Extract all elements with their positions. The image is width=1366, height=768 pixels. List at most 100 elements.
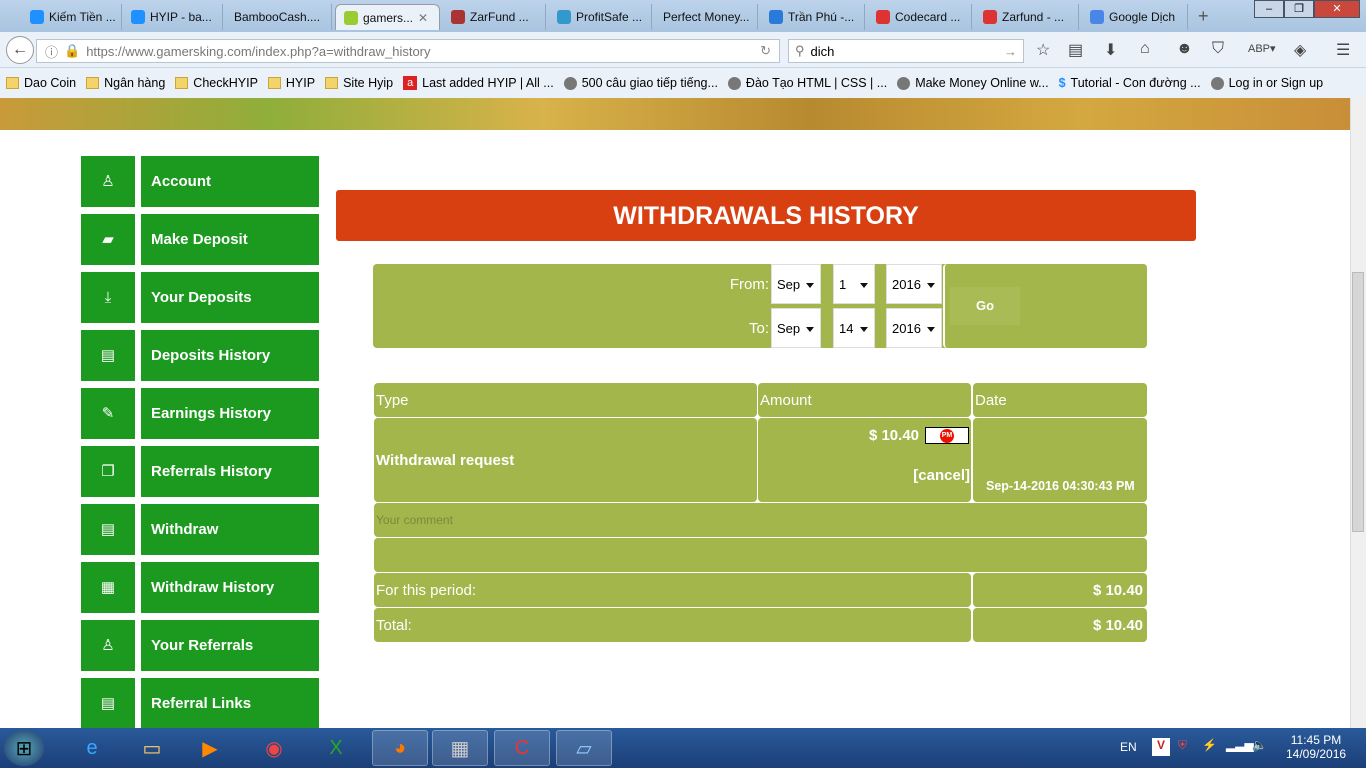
scrollbar-thumb[interactable] [1352,272,1364,532]
bookmark-item[interactable]: $ Tutorial - Con đường ... [1059,76,1201,90]
sidebar-item-deposits-history[interactable]: ▤ Deposits History [81,330,319,381]
to-day-select[interactable]: 14 [833,308,875,348]
sidebar-item-withdraw[interactable]: ▤ Withdraw [81,504,319,555]
browser-tab[interactable]: Zarfund - ... [975,4,1079,30]
pocket-icon[interactable]: ⛉ [1212,40,1224,58]
edit-icon: ✎ [81,388,135,439]
language-indicator[interactable]: EN [1120,740,1137,754]
volume-icon[interactable]: 🔈 [1252,738,1267,752]
adblock-icon[interactable]: ABP▾ [1248,42,1276,55]
browser-tab[interactable]: ZarFund ... [443,4,546,30]
archive-icon: ▤ [81,330,135,381]
tab-bar: Kiếm Tiền ... HYIP - ba... BambooCash.... g… [0,0,1366,32]
bookmark-label: Tutorial - Con đường ... [1070,76,1201,90]
user-icon: ♙ [81,620,135,671]
network-icon[interactable]: ▂▃▅ [1226,738,1254,752]
bookmark-item[interactable]: Ngân hàng [86,76,165,90]
ccleaner-icon[interactable]: C [494,730,550,766]
home-icon[interactable]: ⌂ [1140,40,1150,58]
pm-logo: PM [940,428,954,443]
from-month-select[interactable]: Sep [771,264,821,304]
hello-icon[interactable]: ☻ [1176,40,1193,58]
shield-icon[interactable]: ⛨ [1178,738,1187,753]
sidebar-item-label: Withdraw History [141,562,319,613]
downloads-icon[interactable]: ⬇ [1104,40,1117,60]
browser-tab[interactable]: BambooCash.... [226,4,332,30]
tab-favicon-icon [30,10,44,24]
cancel-link[interactable]: [cancel] [913,467,970,484]
comment-input[interactable]: Your comment [374,503,1147,537]
total-value: $ 10.40 [973,608,1147,642]
browser-tab[interactable]: gamers... ✕ [335,4,440,30]
bookmark-item[interactable]: Site Hyip [325,76,393,90]
browser-tab[interactable]: Codecard ... [868,4,972,30]
extension-icon[interactable]: ◈ [1294,40,1306,60]
sidebar-item-label: Make Deposit [141,214,319,265]
excel-icon[interactable]: X [308,730,364,766]
bookmark-item[interactable]: Log in or Sign up [1210,76,1323,90]
go-arrow-icon[interactable]: → [1004,44,1017,59]
back-button[interactable]: ← [6,36,34,64]
ie-icon[interactable]: e [64,730,120,766]
bookmarks-bar: Dao Coin Ngân hàng CheckHYIP HYIP Site Hyip a… [0,68,1366,98]
browser-tab[interactable]: Trần Phú -... [761,4,865,30]
chrome-icon[interactable]: ◉ [246,730,302,766]
taskbar: ⊞ e ▭ ▶ ◉ X ◕ ▦ C ▱ EN V ⛨ ⚡ ▂▃▅ 🔈 11:45… [0,728,1366,768]
bookmark-label: Đào Tạo HTML | CSS | ... [745,76,888,90]
media-player-icon[interactable]: ▶ [182,730,238,766]
bookmark-item[interactable]: Đào Tạo HTML | CSS | ... [727,76,888,90]
sidebar-item-earnings-history[interactable]: ✎ Earnings History [81,388,319,439]
maximize-button[interactable]: ❐ [1284,0,1314,18]
sidebar-item-make-deposit[interactable]: ▰ Make Deposit [81,214,319,265]
header-date: Date [973,383,1147,417]
clock[interactable]: 11:45 PM 14/09/2016 [1286,733,1346,761]
url-bar[interactable]: ⓘ 🔒 https://www.gamersking.com/index.php… [36,39,780,63]
sidebar-item-withdraw-history[interactable]: ▦ Withdraw History [81,562,319,613]
sidebar-item-your-deposits[interactable]: ⤓ Your Deposits [81,272,319,323]
tab-label: ProfitSafe ... [576,10,643,24]
bookmark-item[interactable]: Dao Coin [6,76,76,90]
browser-tab[interactable]: Google Dịch [1082,4,1188,30]
reload-icon[interactable]: ↻ [760,43,771,59]
bookmark-item[interactable]: a Last added HYIP | All ... [403,76,554,90]
from-year-select[interactable]: 2016 [886,264,942,304]
bookmark-label: Site Hyip [343,76,394,90]
minimize-button[interactable]: – [1254,0,1284,18]
bookmark-item[interactable]: CheckHYIP [175,76,258,90]
bookmark-label: Ngân hàng [104,76,166,90]
close-tab-icon[interactable]: ✕ [418,11,428,25]
power-icon[interactable]: ⚡ [1202,738,1217,752]
bookmark-item[interactable]: HYIP [267,76,315,90]
start-button[interactable]: ⊞ [4,730,44,766]
browser-tab[interactable]: Perfect Money... [655,4,758,30]
to-month-select[interactable]: Sep [771,308,821,348]
browser-tab[interactable]: Kiếm Tiền ... [22,4,122,30]
bookmark-star-icon[interactable]: ☆ [1036,40,1050,60]
globe-icon [563,76,577,90]
explorer-icon[interactable]: ▭ [124,730,180,766]
lock-icon: 🔒 [64,43,81,58]
calculator-icon[interactable]: ▦ [432,730,488,766]
browser-tab[interactable]: HYIP - ba... [123,4,223,30]
tab-favicon-icon [131,10,145,24]
bookmark-item[interactable]: 500 câu giao tiếp tiếng... [563,76,718,90]
sidebar-item-your-referrals[interactable]: ♙ Your Referrals [81,620,319,671]
sidebar-item-referral-links[interactable]: ▤ Referral Links [81,678,319,729]
clock-date: 14/09/2016 [1286,747,1347,761]
search-input[interactable]: ⚲ dich → [788,39,1024,63]
go-button[interactable]: Go [950,287,1020,325]
new-tab-button[interactable]: + [1198,6,1209,27]
browser-tab[interactable]: ProfitSafe ... [549,4,652,30]
sidebar-item-account[interactable]: ♙ Account [81,156,319,207]
reading-list-icon[interactable]: ▤ [1068,40,1083,60]
from-day-select[interactable]: 1 [833,264,875,304]
antivirus-icon[interactable]: V [1152,738,1170,756]
sidebar-item-referrals-history[interactable]: ❐ Referrals History [81,446,319,497]
to-year-select[interactable]: 2016 [886,308,942,348]
firefox-icon[interactable]: ◕ [372,730,428,766]
menu-icon[interactable]: ☰ [1336,40,1350,60]
close-window-button[interactable]: ✕ [1314,0,1360,18]
tab-label: Kiếm Tiền ... [49,10,116,24]
notepad-icon[interactable]: ▱ [556,730,612,766]
bookmark-item[interactable]: Make Money Online w... [897,76,1049,90]
